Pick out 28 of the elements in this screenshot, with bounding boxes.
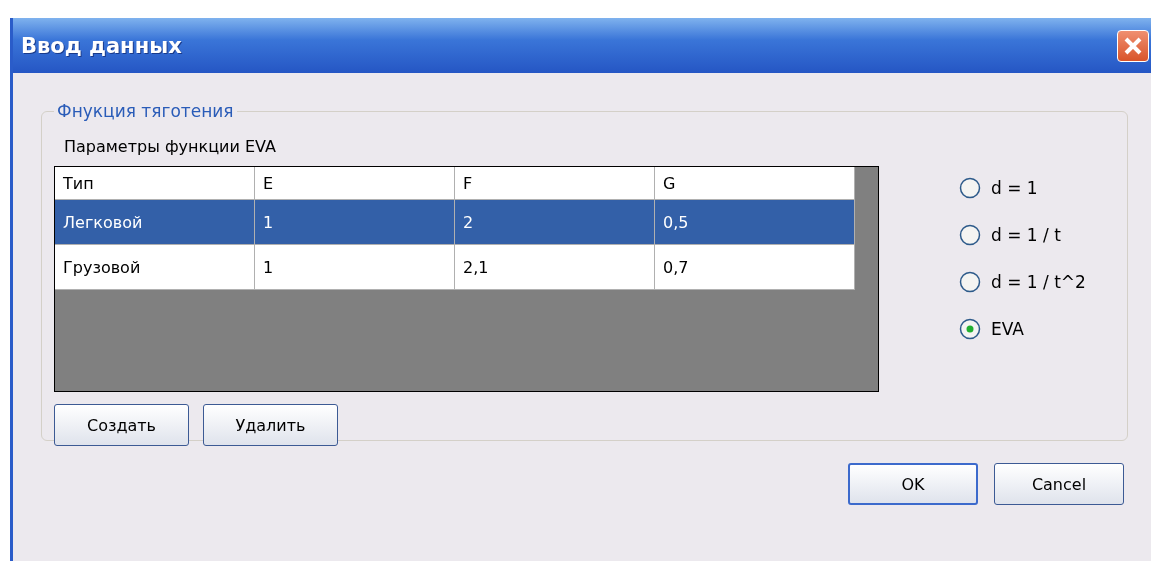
table-action-button[interactable]: Создать <box>54 404 189 446</box>
column-header[interactable]: F <box>455 167 655 200</box>
radio-button[interactable] <box>959 271 981 293</box>
table-cell[interactable]: 0,5 <box>655 200 855 245</box>
radio-label[interactable]: d = 1 / t <box>991 225 1061 245</box>
window-title: Ввод данных <box>21 33 182 58</box>
dialog-button[interactable]: OK <box>848 463 978 505</box>
table-cell[interactable]: 0,7 <box>655 245 855 290</box>
radio-button[interactable] <box>959 318 981 340</box>
column-header[interactable]: G <box>655 167 855 200</box>
group-legend: Фнукция тяготения <box>54 101 237 121</box>
radio-label[interactable]: d = 1 / t^2 <box>991 272 1086 292</box>
column-header[interactable]: E <box>255 167 455 200</box>
dialog-button[interactable]: Cancel <box>994 463 1124 505</box>
table-cell[interactable]: Легковой <box>55 200 255 245</box>
table-cell[interactable]: 2,1 <box>455 245 655 290</box>
radio-button[interactable] <box>959 224 981 246</box>
table-cell[interactable]: Грузовой <box>55 245 255 290</box>
table-cell[interactable]: 2 <box>455 200 655 245</box>
radio-label[interactable]: d = 1 <box>991 178 1038 198</box>
column-header[interactable]: Тип <box>55 167 255 200</box>
parameters-label: Параметры функции EVA <box>64 137 276 156</box>
table-cell[interactable]: 1 <box>255 245 455 290</box>
radio-label[interactable]: EVA <box>991 319 1024 339</box>
radio-button[interactable] <box>959 177 981 199</box>
close-icon[interactable] <box>1117 29 1149 62</box>
table-cell[interactable]: 1 <box>255 200 455 245</box>
table-action-button[interactable]: Удалить <box>203 404 338 446</box>
